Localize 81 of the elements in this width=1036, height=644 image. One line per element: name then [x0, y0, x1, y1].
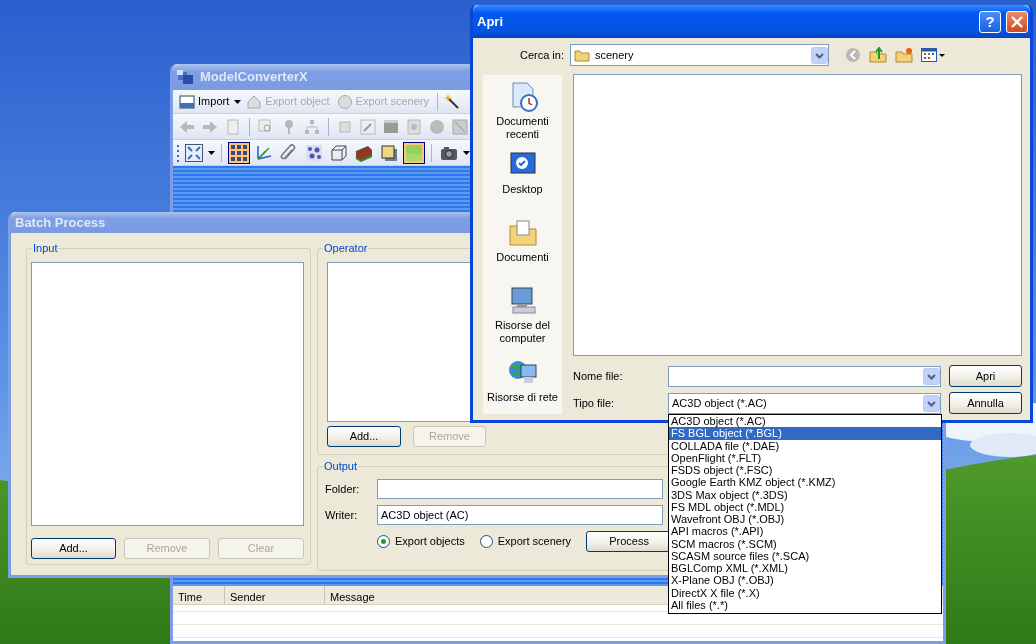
dropdown-option[interactable]: COLLADA file (*.DAE) [669, 439, 941, 452]
view-menu-icon[interactable] [921, 47, 945, 63]
help-button[interactable]: ? [979, 10, 1001, 33]
dropdown-arrow-button[interactable] [811, 46, 828, 64]
radio-label[interactable]: Export objects [395, 533, 465, 550]
axes-icon [255, 143, 273, 162]
radio-button[interactable] [479, 535, 493, 548]
dropdown-option[interactable]: BGLComp XML (*.XML) [669, 562, 941, 575]
magnifier-icon[interactable] [258, 118, 274, 135]
look-in-combo[interactable]: scenery [570, 44, 829, 66]
toolbar-button[interactable]: Import [177, 90, 232, 113]
window-title: Apri [477, 12, 504, 31]
dropdown-option[interactable]: FSDS object (*.FSC) [669, 464, 941, 477]
dropdown-option[interactable]: FS BGL object (*.BGL) [669, 427, 941, 440]
import-icon [179, 93, 195, 110]
field-label: Writer: [325, 507, 359, 523]
window-title: Batch Process [15, 213, 107, 232]
brick-icon [355, 143, 373, 162]
caret-icon[interactable] [234, 99, 242, 104]
caret-icon[interactable] [208, 150, 215, 155]
close-icon [1011, 15, 1023, 28]
up-folder-icon[interactable] [869, 47, 887, 63]
folder-field[interactable] [377, 479, 663, 499]
clapperboard-icon[interactable] [383, 118, 399, 135]
place-button[interactable]: Documenti [483, 217, 562, 285]
file-name-combo[interactable] [668, 365, 941, 387]
field-label: Folder: [325, 481, 361, 497]
dropdown-option[interactable]: FS MDL object (*.MDL) [669, 500, 941, 513]
place-button[interactable]: Documenti recenti [483, 81, 562, 149]
button[interactable]: Apri [949, 365, 1022, 387]
square-icon [380, 143, 398, 162]
button[interactable]: Add... [31, 538, 116, 559]
dropdown-option[interactable]: Wavefront OBJ (*.OBJ) [669, 513, 941, 526]
globe-icon [336, 93, 353, 110]
dropdown-arrow-button[interactable] [923, 367, 940, 385]
wireframe-cube-icon [330, 143, 348, 162]
radio-button[interactable] [377, 535, 390, 548]
dropdown-option[interactable]: AC3D object (*.AC) [669, 415, 941, 428]
new-folder-icon[interactable] [895, 47, 913, 63]
folder-icon [506, 217, 539, 249]
window-title: ModelConverterX [200, 68, 309, 87]
dropdown-option[interactable]: Google Earth KMZ object (*.KMZ) [669, 476, 941, 489]
wrench-icon[interactable] [360, 118, 376, 135]
dropdown-arrow-button[interactable] [923, 394, 940, 412]
field-label: Nome file: [573, 368, 624, 384]
filled-square-icon [405, 143, 423, 162]
paperclip-icon [280, 143, 298, 162]
column-header[interactable]: Sender [225, 586, 325, 604]
grid-icon [230, 143, 248, 162]
magic-wand-icon[interactable] [443, 93, 460, 110]
file-type-combo[interactable]: AC3D object (*.AC) [668, 392, 941, 414]
texture-icon [305, 143, 323, 162]
input-list[interactable] [31, 262, 304, 526]
button[interactable]: Add... [327, 426, 401, 447]
toolbar-toggle-button[interactable] [403, 141, 425, 164]
writer-field[interactable]: AC3D object (AC) [377, 505, 663, 525]
group-label: Output [323, 460, 359, 473]
place-button[interactable]: Risorse di rete [483, 357, 562, 425]
field-label: Cerca in: [518, 47, 565, 63]
toolbar-toggle-button[interactable] [183, 141, 205, 164]
dropdown-option[interactable]: SCASM source files (*.SCA) [669, 549, 941, 562]
column-header[interactable]: Time [173, 586, 225, 604]
group-label: Operator [323, 242, 369, 255]
toolbar-toggle-button[interactable] [228, 141, 250, 164]
radio-label[interactable]: Export scenery [497, 533, 572, 550]
close-button[interactable] [1006, 10, 1028, 33]
house-icon [246, 93, 263, 110]
dropdown-option[interactable]: X-Plane OBJ (*.OBJ) [669, 574, 941, 587]
dropdown-option[interactable]: 3DS Max object (*.3DS) [669, 488, 941, 501]
caret-icon[interactable] [463, 150, 470, 155]
button[interactable]: Annulla [949, 392, 1022, 414]
field-label: Tipo file: [573, 395, 616, 411]
place-button[interactable]: Risorse del computer [483, 285, 562, 357]
app-logo-icon [177, 69, 195, 85]
grip-icon [177, 143, 180, 162]
group-label: Input [32, 242, 59, 255]
place-button[interactable]: Desktop [483, 149, 562, 217]
image-icon[interactable] [452, 118, 468, 135]
expand-arrows-icon [185, 143, 203, 162]
dropdown-option[interactable]: OpenFlight (*.FLT) [669, 451, 941, 464]
folder-icon [574, 48, 590, 62]
